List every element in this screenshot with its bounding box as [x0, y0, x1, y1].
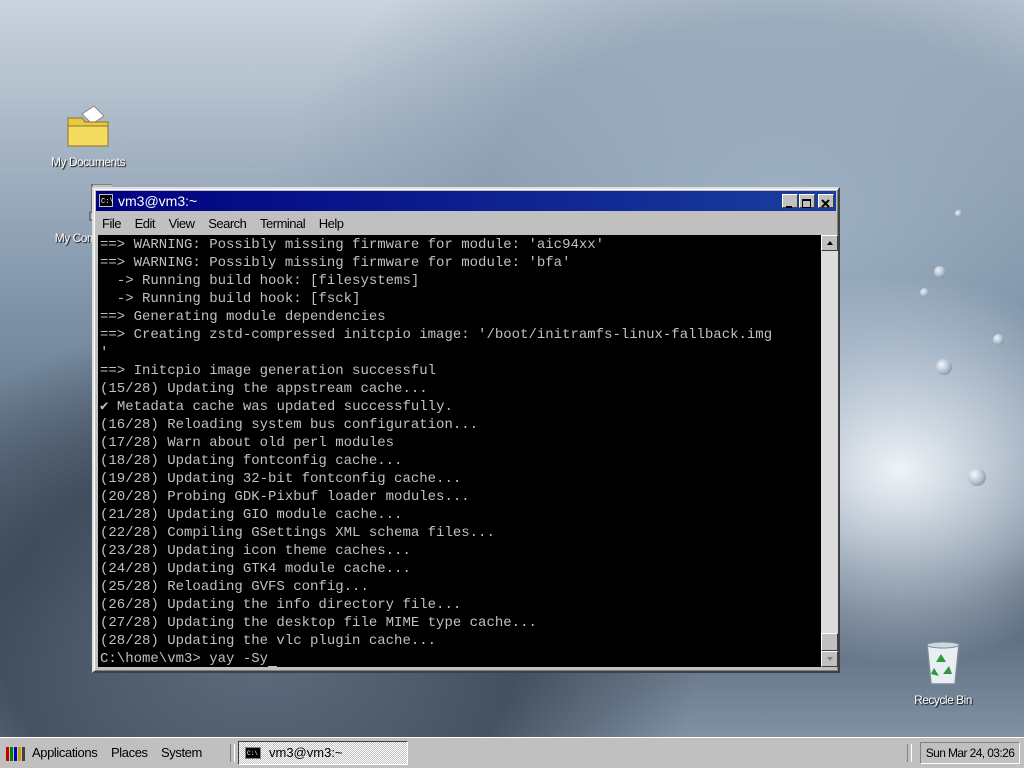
menu-edit[interactable]: Edit	[135, 216, 156, 231]
arrow-down-icon	[827, 657, 833, 661]
terminal-line: (23/28) Updating icon theme caches...	[100, 543, 411, 559]
terminal-line: ==> WARNING: Possibly missing firmware f…	[100, 255, 571, 271]
menu-terminal[interactable]: Terminal	[260, 216, 306, 231]
desktop-icon-label: Recycle Bin	[914, 693, 972, 707]
terminal-line: ==> Creating zstd-compressed initcpio im…	[100, 327, 773, 343]
taskbar-handle[interactable]	[230, 744, 235, 762]
svg-text:C:\: C:\	[247, 750, 258, 757]
terminal-icon: C:\	[245, 747, 261, 759]
terminal-line: ==> WARNING: Possibly missing firmware f…	[100, 237, 605, 253]
terminal-icon: C:\	[99, 194, 113, 207]
terminal-line: (28/28) Updating the vlc plugin cache...	[100, 633, 437, 649]
places-menu[interactable]: Places	[111, 743, 148, 763]
scroll-up-button[interactable]	[821, 235, 838, 251]
water-droplet	[955, 210, 962, 217]
terminal-line: (17/28) Warn about old perl modules	[100, 435, 395, 451]
terminal-window[interactable]: C:\ vm3@vm3:~ File Edit View Search Term…	[92, 187, 840, 673]
applications-menu[interactable]: Applications	[32, 743, 98, 763]
terminal-cursor	[268, 652, 278, 667]
terminal-line: ==> Initcpio image generation successful	[100, 363, 437, 379]
arrow-up-icon	[827, 241, 833, 245]
terminal-line: ==> Generating module dependencies	[100, 309, 386, 325]
close-button[interactable]	[818, 194, 834, 208]
terminal-line: ✔ Metadata cache was updated successfull…	[100, 399, 453, 415]
terminal-line: (20/28) Probing GDK-Pixbuf loader module…	[100, 489, 470, 505]
terminal-line: (19/28) Updating 32-bit fontconfig cache…	[100, 471, 462, 487]
terminal-line: (22/28) Compiling GSettings XML schema f…	[100, 525, 495, 541]
menu-search[interactable]: Search	[208, 216, 247, 231]
terminal-line: (27/28) Updating the desktop file MIME t…	[100, 615, 537, 631]
water-droplet	[968, 468, 986, 486]
water-droplet	[993, 334, 1004, 345]
terminal-line: (15/28) Updating the appstream cache...	[100, 381, 428, 397]
taskbar-button-terminal[interactable]: C:\ vm3@vm3:~	[238, 741, 408, 765]
recycle-bin-icon	[926, 641, 960, 685]
terminal-prompt-line[interactable]: C:\home\vm3> yay -Sy	[100, 650, 821, 667]
desktop-icon-recycle-bin[interactable]: Recycle Bin	[898, 640, 988, 707]
menu-view[interactable]: View	[169, 216, 195, 231]
terminal-line: (25/28) Reloading GVFS config...	[100, 579, 369, 595]
terminal-line: (21/28) Updating GIO module cache...	[100, 507, 403, 523]
terminal-line: (16/28) Reloading system bus configurati…	[100, 417, 479, 433]
terminal-line: '	[100, 345, 109, 361]
svg-text:C:\: C:\	[101, 198, 113, 206]
maximize-button[interactable]	[799, 194, 815, 208]
terminal-line: (24/28) Updating GTK4 module cache...	[100, 561, 411, 577]
water-droplet	[920, 288, 929, 297]
terminal-line: -> Running build hook: [fsck]	[100, 291, 361, 307]
window-title: vm3@vm3:~	[118, 193, 198, 209]
taskbar: Applications Places System C:\ vm3@vm3:~…	[0, 737, 1024, 768]
tray-handle[interactable]	[907, 744, 912, 762]
clock[interactable]: Sun Mar 24, 03:26	[920, 742, 1020, 764]
desktop-icon-label: My Documents	[50, 155, 126, 169]
maximize-icon	[802, 199, 811, 208]
scroll-down-button[interactable]	[821, 651, 838, 667]
menu-file[interactable]: File	[102, 216, 121, 231]
water-droplet	[934, 266, 946, 278]
window-titlebar[interactable]: C:\ vm3@vm3:~	[96, 191, 836, 211]
taskbar-button-label: vm3@vm3:~	[269, 745, 343, 760]
scroll-thumb[interactable]	[821, 633, 838, 651]
terminal-output[interactable]: ==> WARNING: Possibly missing firmware f…	[98, 235, 821, 667]
folder-documents-icon	[67, 105, 109, 147]
applications-menu-icon[interactable]	[6, 745, 26, 763]
terminal-line: (18/28) Updating fontconfig cache...	[100, 453, 403, 469]
terminal-line: -> Running build hook: [filesystems]	[100, 273, 420, 289]
terminal-line: (26/28) Updating the info directory file…	[100, 597, 462, 613]
vertical-scrollbar[interactable]	[821, 235, 838, 667]
minimize-button[interactable]	[782, 194, 798, 208]
terminal-input[interactable]: yay -Sy	[209, 651, 268, 667]
menu-help[interactable]: Help	[319, 216, 344, 231]
minimize-icon	[786, 206, 792, 208]
close-icon	[821, 199, 830, 208]
water-droplet	[936, 359, 952, 375]
terminal-prompt: C:\home\vm3>	[100, 651, 210, 667]
system-menu[interactable]: System	[161, 743, 202, 763]
menu-bar: File Edit View Search Terminal Help	[98, 214, 834, 234]
desktop-icon-my-documents[interactable]: My Documents	[43, 104, 133, 169]
